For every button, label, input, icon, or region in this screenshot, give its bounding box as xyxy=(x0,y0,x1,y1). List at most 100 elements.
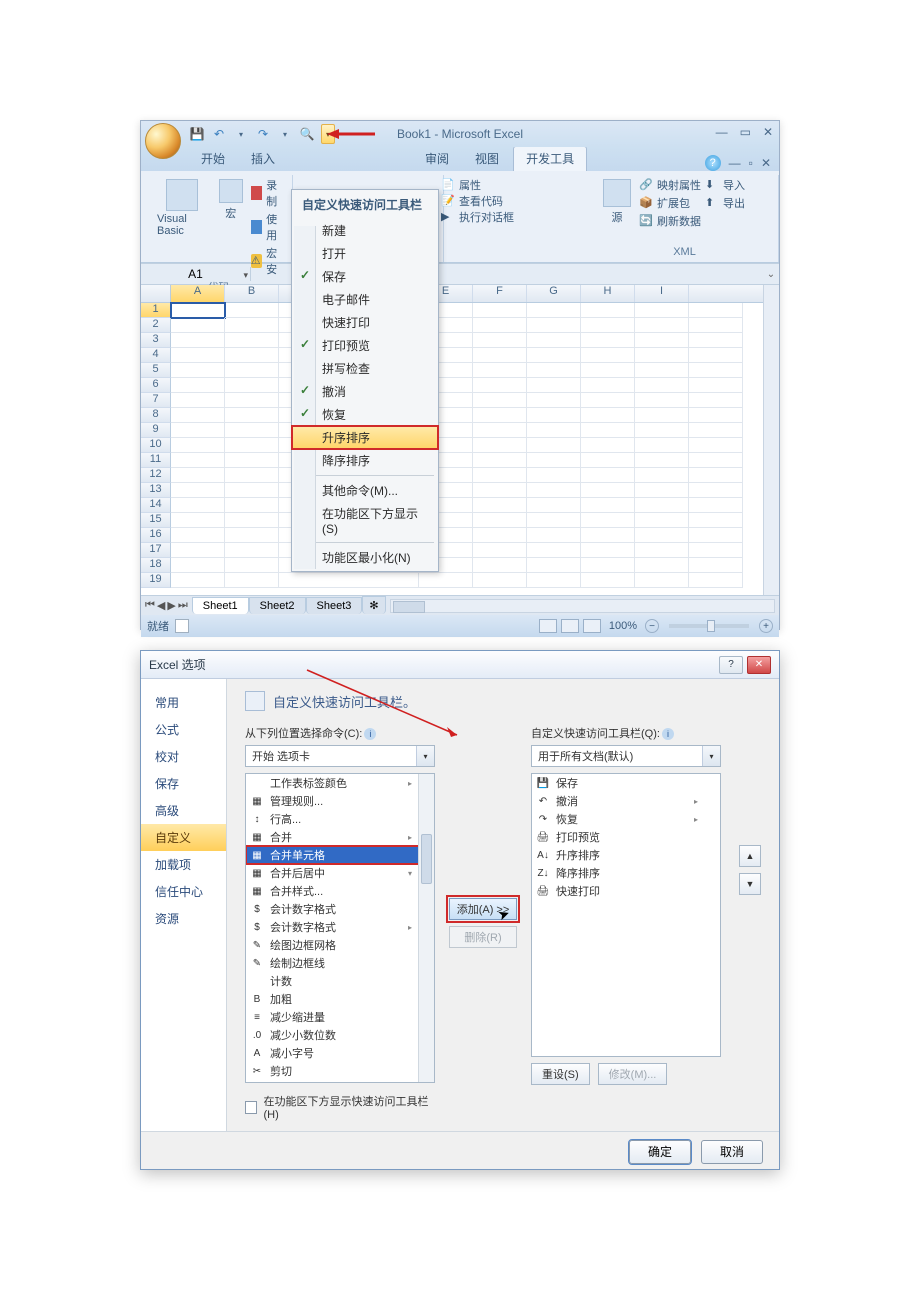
cell[interactable] xyxy=(527,543,581,558)
col-I[interactable]: I xyxy=(635,285,689,302)
cell[interactable] xyxy=(635,468,689,483)
col-F[interactable]: F xyxy=(473,285,527,302)
row-header-10[interactable]: 10 xyxy=(141,438,171,453)
cell[interactable] xyxy=(635,303,689,318)
list-item[interactable]: ✎绘制边框线 xyxy=(246,954,434,972)
cell[interactable] xyxy=(689,513,743,528)
cell[interactable] xyxy=(527,513,581,528)
cell[interactable] xyxy=(171,423,225,438)
cell[interactable] xyxy=(225,378,279,393)
close-icon[interactable]: ✕ xyxy=(763,125,773,139)
cell[interactable] xyxy=(473,438,527,453)
row-header-8[interactable]: 8 xyxy=(141,408,171,423)
ok-button[interactable]: 确定 xyxy=(629,1140,691,1164)
menu-new[interactable]: 新建 xyxy=(292,219,438,242)
undo-icon[interactable]: ↶ xyxy=(211,126,227,142)
cell[interactable] xyxy=(635,498,689,513)
nav-addins[interactable]: 加载项 xyxy=(141,851,226,878)
row-header-12[interactable]: 12 xyxy=(141,468,171,483)
cell[interactable] xyxy=(635,543,689,558)
cell[interactable] xyxy=(581,468,635,483)
record-macro-button[interactable]: 录制 xyxy=(251,177,284,209)
cell[interactable] xyxy=(581,393,635,408)
cell[interactable] xyxy=(473,378,527,393)
menu-quickprint[interactable]: 快速打印 xyxy=(292,311,438,334)
cell[interactable] xyxy=(171,408,225,423)
row-header-13[interactable]: 13 xyxy=(141,483,171,498)
cell[interactable] xyxy=(527,528,581,543)
worksheet-grid[interactable]: A B E F G H I 12345678910111213141516171… xyxy=(141,285,779,595)
list-item[interactable]: B加粗 xyxy=(246,990,434,1008)
cell[interactable] xyxy=(527,558,581,573)
list-item[interactable]: 🖨打印预览 xyxy=(532,828,720,846)
list-item[interactable]: ✎绘图边框网格 xyxy=(246,936,434,954)
cell[interactable] xyxy=(171,573,225,588)
cell[interactable] xyxy=(473,333,527,348)
remove-button[interactable]: 删除(R) xyxy=(449,926,517,948)
nav-customize[interactable]: 自定义 xyxy=(141,824,226,851)
cell[interactable] xyxy=(225,408,279,423)
row-header-11[interactable]: 11 xyxy=(141,453,171,468)
nav-save[interactable]: 保存 xyxy=(141,770,226,797)
help-icon[interactable]: ? xyxy=(705,155,721,171)
nav-formulas[interactable]: 公式 xyxy=(141,716,226,743)
menu-minimize-ribbon[interactable]: 功能区最小化(N) xyxy=(292,546,438,569)
sheet-tab-1[interactable]: Sheet1 xyxy=(192,597,249,614)
list-item[interactable]: ↶撤消▸ xyxy=(532,792,720,810)
cell[interactable] xyxy=(689,408,743,423)
menu-sort-asc[interactable]: 升序排序 xyxy=(292,426,438,449)
cell[interactable] xyxy=(527,453,581,468)
list-item[interactable]: 计数 xyxy=(246,972,434,990)
cell[interactable] xyxy=(581,558,635,573)
cell[interactable] xyxy=(689,573,743,588)
view-normal-icon[interactable] xyxy=(539,619,557,633)
cell[interactable] xyxy=(171,543,225,558)
cell[interactable] xyxy=(635,558,689,573)
list-item[interactable]: ↷恢复▸ xyxy=(532,810,720,828)
cell[interactable] xyxy=(689,363,743,378)
list-item[interactable]: 💾保存 xyxy=(532,774,720,792)
row-header-2[interactable]: 2 xyxy=(141,318,171,333)
cell[interactable] xyxy=(225,303,279,318)
cell[interactable] xyxy=(225,513,279,528)
cell[interactable] xyxy=(171,513,225,528)
cell[interactable] xyxy=(473,348,527,363)
qat-customize-button[interactable]: ▾ xyxy=(321,124,335,144)
cell[interactable] xyxy=(473,453,527,468)
cell[interactable] xyxy=(171,318,225,333)
cell[interactable] xyxy=(225,573,279,588)
minimize-icon[interactable]: — xyxy=(716,125,728,139)
col-A[interactable]: A xyxy=(171,285,225,302)
cell[interactable] xyxy=(171,483,225,498)
cell[interactable] xyxy=(473,483,527,498)
cell[interactable] xyxy=(527,573,581,588)
left-scrollbar[interactable] xyxy=(418,774,434,1082)
zoom-in-button[interactable]: + xyxy=(759,619,773,633)
list-item[interactable]: 📋剪贴板 xyxy=(246,1080,434,1083)
properties-button[interactable]: 📄属性 xyxy=(441,177,514,193)
cell[interactable] xyxy=(689,393,743,408)
info-icon[interactable]: i xyxy=(364,728,376,740)
cell[interactable] xyxy=(171,498,225,513)
row-header-3[interactable]: 3 xyxy=(141,333,171,348)
view-pagebreak-icon[interactable] xyxy=(583,619,601,633)
list-item[interactable]: 🖨快速打印 xyxy=(532,882,720,900)
menu-show-below[interactable]: 在功能区下方显示(S) xyxy=(292,502,438,539)
inner-close-icon[interactable]: ✕ xyxy=(761,156,771,170)
list-item[interactable]: ≡减少缩进量 xyxy=(246,1008,434,1026)
cell[interactable] xyxy=(171,438,225,453)
cell[interactable] xyxy=(473,468,527,483)
info-icon-2[interactable]: i xyxy=(662,728,674,740)
cell[interactable] xyxy=(689,468,743,483)
row-header-1[interactable]: 1 xyxy=(141,303,171,318)
row-header-17[interactable]: 17 xyxy=(141,543,171,558)
row-header-19[interactable]: 19 xyxy=(141,573,171,588)
cell[interactable] xyxy=(635,333,689,348)
cell[interactable] xyxy=(689,543,743,558)
move-down-button[interactable]: ▼ xyxy=(739,873,761,895)
cell[interactable] xyxy=(171,363,225,378)
undo-dd-icon[interactable]: ▾ xyxy=(233,126,249,142)
cell[interactable] xyxy=(225,558,279,573)
cell[interactable] xyxy=(225,453,279,468)
cell[interactable] xyxy=(473,558,527,573)
